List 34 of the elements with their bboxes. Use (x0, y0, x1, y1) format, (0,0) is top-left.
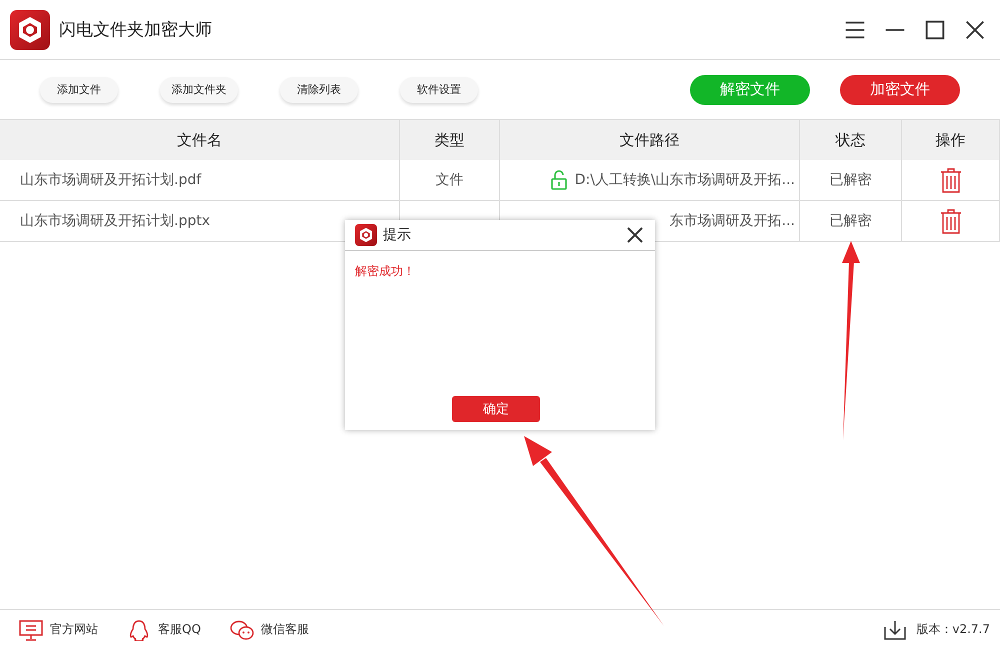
toolbar-button[interactable]: 软件设置 (400, 76, 478, 102)
toolbar-button[interactable]: 清除列表 (280, 76, 358, 102)
encrypt-button[interactable]: 加密文件 (840, 74, 960, 104)
confirm-button[interactable]: 确定 (452, 396, 540, 422)
minimize-icon (883, 28, 907, 30)
monitor-icon (18, 618, 44, 640)
table-cell: 已解密 (800, 201, 902, 242)
column-header: 操作 (902, 120, 1000, 160)
app-logo (355, 224, 377, 246)
column-header: 状态 (800, 120, 902, 160)
version-label: 版本：v2.7.7 (916, 621, 990, 638)
delete-icon[interactable] (940, 208, 962, 234)
file-path: D:\人工转换\山东市场调研及开拓... (574, 171, 795, 189)
column-header: 文件名 (0, 120, 400, 160)
download-icon (882, 618, 908, 640)
table-cell: 文件 (400, 160, 500, 201)
footer-link[interactable]: 客服QQ (158, 621, 201, 638)
close-button[interactable] (625, 225, 645, 245)
chat-bubbles-icon (228, 618, 255, 640)
footer-link[interactable]: 微信客服 (260, 621, 309, 638)
app-logo (10, 10, 50, 50)
close-icon (625, 225, 645, 245)
dialog-message: 解密成功！ (355, 263, 415, 280)
toolbar-button[interactable]: 添加文件 (40, 76, 118, 102)
column-header: 文件路径 (500, 120, 800, 160)
window-title: 闪电文件夹加密大师 (59, 19, 213, 41)
footer-link[interactable]: 官方网站 (50, 621, 98, 638)
table-cell: 山东市场调研及开拓计划.pdf (0, 160, 400, 201)
table-cell: 已解密 (800, 160, 902, 201)
delete-icon[interactable] (940, 167, 962, 193)
toolbar-button[interactable]: 添加文件夹 (160, 76, 238, 102)
file-path: 东市场调研及开拓... (670, 212, 795, 230)
dialog-title: 提示 (383, 226, 412, 244)
column-header: 类型 (400, 120, 500, 160)
